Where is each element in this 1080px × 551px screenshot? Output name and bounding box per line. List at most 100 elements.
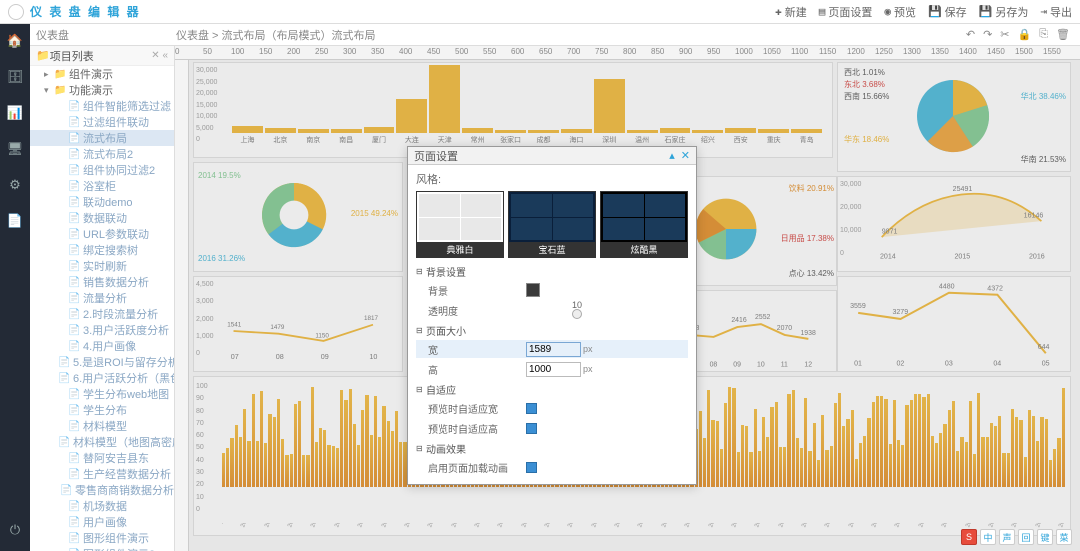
tree-item[interactable]: 📄过滤组件联动 <box>30 114 174 130</box>
section-size[interactable]: ⊟页面大小 <box>416 323 688 338</box>
width-label: 宽 <box>416 342 526 357</box>
copy-icon[interactable]: ⎘ <box>1039 28 1048 41</box>
section-adapt[interactable]: ⊟自适应 <box>416 382 688 397</box>
tree-item[interactable]: 📄替阿安吉县东 <box>30 450 174 466</box>
svg-text:4480: 4480 <box>939 284 955 291</box>
undo-icon[interactable]: ↶ <box>966 28 975 41</box>
line-year-panel[interactable]: 30,00020,00010,0000 9871 25491 16146 201… <box>837 176 1071 272</box>
section-bg[interactable]: ⊟背景设置 <box>416 264 688 279</box>
save-button[interactable]: 💾保存 <box>928 4 967 20</box>
tree-item[interactable]: 📄材料模型（地图高密度） <box>30 434 174 450</box>
page-settings-button[interactable]: ▤页面设置 <box>819 4 873 20</box>
tree-item[interactable]: 📄学生分布 <box>30 402 174 418</box>
adapt-h-label: 预览时自适应高 <box>416 421 526 436</box>
anim-checkbox[interactable] <box>526 462 537 473</box>
tree-folder[interactable]: ▸📁组件演示 <box>30 66 174 82</box>
tree-item[interactable]: 📄4.用户画像 <box>30 338 174 354</box>
tree-item[interactable]: 📄销售数据分析 <box>30 274 174 290</box>
theme-blue[interactable]: 宝石蓝 <box>508 191 596 258</box>
rail-home-icon[interactable]: 🏠 <box>6 32 24 50</box>
fb-1[interactable]: 中 <box>980 529 996 545</box>
tree-item[interactable]: 📄绑定搜索树 <box>30 242 174 258</box>
theme-white[interactable]: 典雅白 <box>416 191 504 258</box>
fb-s[interactable]: S <box>961 529 977 545</box>
tree-item[interactable]: 📄材料模型 <box>30 418 174 434</box>
svg-text:09: 09 <box>733 362 741 369</box>
tree-item[interactable]: 📄6.用户活跃分析（黑色） <box>30 370 174 386</box>
breadcrumb: 仪表盘 > 流式布局（布局模式）流式布局 <box>176 27 966 43</box>
fb-4[interactable]: 键 <box>1037 529 1053 545</box>
theme-row: 典雅白 宝石蓝 炫酷黑 <box>416 191 688 258</box>
tree-item[interactable]: 📄零售商商销数据分析 <box>30 482 174 498</box>
pie-label: 2014 19.5% <box>198 171 241 180</box>
height-input[interactable] <box>526 362 581 377</box>
tree-item[interactable]: 📄数据联动 <box>30 210 174 226</box>
pie-category-panel[interactable]: 饮料 20.91% 日用品 17.38% 点心 13.42% <box>677 176 837 286</box>
tree-item[interactable]: 📄组件协同过滤2 <box>30 162 174 178</box>
line-mini-panel-3[interactable]: 35593279 44804372 644 0102 0304 05 <box>837 276 1071 372</box>
rail-power-icon[interactable]: ⏻ <box>6 521 24 539</box>
adapt-w-checkbox[interactable] <box>526 403 537 414</box>
section-anim[interactable]: ⊟动画效果 <box>416 441 688 456</box>
tree-item[interactable]: 📄生产经营数据分析 <box>30 466 174 482</box>
tree-item[interactable]: 📄浴室柜 <box>30 178 174 194</box>
rail-dashboard-icon[interactable]: 📊 <box>6 104 24 122</box>
svg-text:25491: 25491 <box>953 185 973 193</box>
delete-icon[interactable]: 🗑 <box>1056 28 1070 41</box>
tree-item[interactable]: 📄机场数据 <box>30 498 174 514</box>
tree-item[interactable]: 📄5.是退ROI与留存分析 <box>30 354 174 370</box>
tree-item[interactable]: 📄3.用户活跃度分析 <box>30 322 174 338</box>
tree-item[interactable]: 📄用户画像 <box>30 514 174 530</box>
tree-item[interactable]: 📄图形组件演示 <box>30 530 174 546</box>
pie-year-panel[interactable]: 2014 19.5% 2015 49.24% 2016 31.26% <box>193 162 403 272</box>
tree-item[interactable]: 📄流量分析 <box>30 290 174 306</box>
app-title: 仪 表 盘 编 辑 器 <box>30 3 141 20</box>
theme-black[interactable]: 炫酷黑 <box>600 191 688 258</box>
tree-item[interactable]: 📄流式布局2 <box>30 146 174 162</box>
tree-item[interactable]: 📄URL参数联动 <box>30 226 174 242</box>
line-chart: 9871 25491 16146 2014 2015 2016 <box>864 179 1068 265</box>
adapt-h-checkbox[interactable] <box>526 423 537 434</box>
rail-database-icon[interactable]: 🗄 <box>6 68 24 86</box>
rail-doc-icon[interactable]: 📄 <box>6 212 24 230</box>
bg-color-swatch[interactable] <box>526 283 540 297</box>
fb-2[interactable]: 声 <box>999 529 1015 545</box>
width-input[interactable] <box>526 342 581 357</box>
new-button[interactable]: ✚新建 <box>775 4 807 20</box>
opacity-slider[interactable]: 10 <box>526 303 688 317</box>
redo-icon[interactable]: ↷ <box>983 28 992 41</box>
tree-item[interactable]: 📄图形组件演示2 <box>30 546 174 551</box>
tree-item[interactable]: 📄联动demo <box>30 194 174 210</box>
pie-region-panel[interactable]: 西北 1.01% 东北 3.68% 西南 15.66% 华北 38.46% 华南… <box>837 62 1071 172</box>
modal-header[interactable]: 页面设置 ▴ ✕ <box>408 147 696 165</box>
rail-share-icon[interactable]: ⚙ <box>6 176 24 194</box>
bar-chart-panel[interactable]: 30,00025,00020,00015,00010,0005,0000 上海北… <box>193 62 833 158</box>
tree-item[interactable]: 📄2.时段流量分析 <box>30 306 174 322</box>
x-axis: 2020010202001020200102020010202001020200… <box>222 523 1066 533</box>
export-button[interactable]: ⇥导出 <box>1040 4 1072 20</box>
lock-icon[interactable]: 🔒 <box>1018 28 1032 41</box>
svg-text:11: 11 <box>781 362 788 369</box>
top-header: 仪 表 盘 编 辑 器 ✚新建 ▤页面设置 ◉预览 💾保存 💾另存为 ⇥导出 <box>0 0 1080 24</box>
tree-item[interactable]: 📄流式布局 <box>30 130 174 146</box>
pie-label: 华北 38.46% <box>1021 91 1066 102</box>
tree-folder[interactable]: ▾📁功能演示 <box>30 82 174 98</box>
rail-monitor-icon[interactable]: 🖥 <box>6 140 24 158</box>
pin-icon[interactable]: ✕ « <box>151 50 168 61</box>
save-as-button[interactable]: 💾另存为 <box>979 4 1029 20</box>
svg-text:4372: 4372 <box>987 286 1003 293</box>
svg-text:05: 05 <box>1042 360 1050 367</box>
tree-item[interactable]: 📄学生分布web地图 <box>30 386 174 402</box>
fb-5[interactable]: 菜 <box>1056 529 1072 545</box>
preview-button[interactable]: ◉预览 <box>884 4 916 20</box>
line-mini-panel-2[interactable]: 20182416 25522070 1938 0708 0910 1112 <box>677 290 837 372</box>
tree-item[interactable]: 📄组件智能筛选过滤 <box>30 98 174 114</box>
close-icon[interactable]: ✕ <box>681 149 690 162</box>
fb-3[interactable]: 回 <box>1018 529 1034 545</box>
cut-icon[interactable]: ✂ <box>1000 28 1009 41</box>
line-mini-panel-1[interactable]: 4,5003,0002,0001,0000 15411479 11501817 … <box>193 276 403 372</box>
canvas-toolbar: ↶ ↷ ✂ 🔒 ⎘ 🗑 <box>966 28 1070 41</box>
sidebar[interactable]: 📁 项目列表 ✕ « ▸📁组件演示 ▾📁功能演示 📄组件智能筛选过滤📄过滤组件联… <box>30 46 175 551</box>
tree-item[interactable]: 📄实时刷新 <box>30 258 174 274</box>
minimize-icon[interactable]: ▴ <box>669 149 675 162</box>
